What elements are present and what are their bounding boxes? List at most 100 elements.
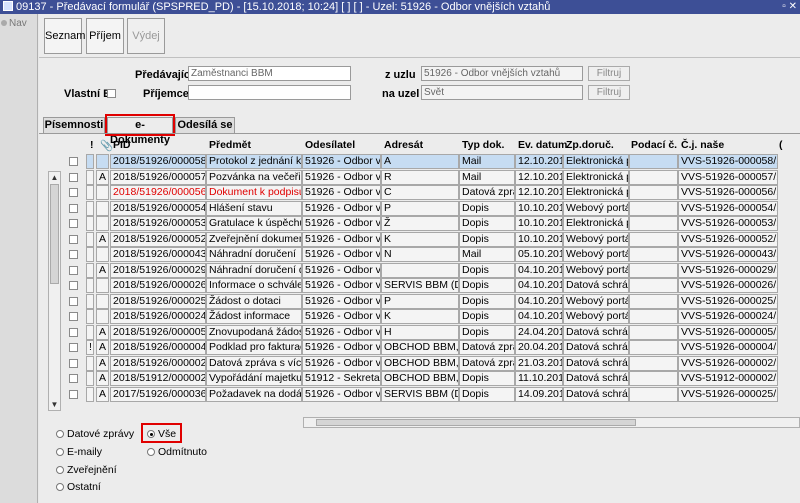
window-controls[interactable]: ▫ ✕ (782, 0, 797, 14)
cell-typ[interactable]: Datová zpráva (459, 340, 515, 355)
cell-pid[interactable]: 2018/51926/000057 (110, 169, 206, 185)
cell-predmet[interactable]: Informace o schválení (206, 278, 302, 293)
cell-flag[interactable] (86, 386, 94, 402)
predavajici-field[interactable]: Zaměstnanci BBM (188, 66, 351, 81)
radio-zverejneni[interactable] (56, 466, 64, 474)
cell-odes[interactable]: 51926 - Odbor vnějš (302, 324, 381, 340)
cell-predmet[interactable]: Požadavek na dodání ir (206, 386, 302, 402)
scroll-up-icon[interactable]: ▲ (49, 172, 60, 183)
row-checkbox[interactable] (69, 327, 78, 337)
cell-adr[interactable]: K (381, 231, 459, 247)
cell-typ[interactable]: Mail (459, 247, 515, 262)
cell-predmet[interactable]: Náhradní doručení doda (206, 262, 302, 278)
row-checkbox[interactable] (69, 203, 78, 213)
row-checkbox[interactable] (69, 389, 78, 399)
cell-adr[interactable]: SERVIS BBM (DS= (381, 278, 459, 293)
cell-datum[interactable]: 14.09.2017 (515, 386, 563, 402)
cell-cj[interactable]: VVS-51926-000053/18 (678, 216, 778, 231)
table-row[interactable]: 2018/51926/000056 Dokument k podpisu 51926… (39, 185, 800, 200)
cell-doruc[interactable]: Elektronická poš (563, 185, 629, 200)
cell-adr[interactable]: P (381, 293, 459, 309)
cell-doruc[interactable]: Webový portál (563, 293, 629, 309)
cell-pid[interactable]: 2018/51926/000004 (110, 340, 206, 355)
cell-adr[interactable] (381, 262, 459, 278)
cell-datum[interactable]: 04.10.2018 (515, 309, 563, 324)
cell-predmet[interactable]: Datová zpráva s více př (206, 355, 302, 371)
cell-typ[interactable]: Dopis (459, 231, 515, 247)
cell-predmet[interactable]: Podklad pro fakturaci (206, 340, 302, 355)
cell-adr[interactable]: R (381, 169, 459, 185)
cell-doruc[interactable]: Datová schránk (563, 340, 629, 355)
cell-pid[interactable]: 2018/51926/000056 (110, 185, 206, 200)
cell-flag[interactable] (86, 371, 94, 386)
cell-podaci[interactable] (629, 340, 678, 355)
cell-podaci[interactable] (629, 278, 678, 293)
cell-flag[interactable] (86, 185, 94, 200)
scroll-down-icon[interactable]: ▼ (49, 399, 60, 410)
header-datum[interactable]: Ev. datum (518, 139, 567, 151)
cell-doruc[interactable]: Webový portál (563, 231, 629, 247)
tab-pisemnosti[interactable]: Písemnosti (43, 117, 105, 133)
cell-typ[interactable]: Mail (459, 169, 515, 185)
cell-podaci[interactable] (629, 309, 678, 324)
cell-odes[interactable]: 51926 - Odbor vnějš (302, 231, 381, 247)
cell-flag[interactable] (86, 247, 94, 262)
header-cj[interactable]: Č.j. naše (681, 139, 724, 151)
row-checkbox[interactable] (69, 343, 78, 352)
table-row[interactable]: A2017/51926/000036Požadavek na dodání ir… (39, 386, 800, 402)
cell-datum[interactable]: 04.10.2018 (515, 262, 563, 278)
cell-a[interactable] (96, 216, 109, 231)
cell-flag[interactable] (86, 355, 94, 371)
cell-datum[interactable]: 10.10.2018 (515, 200, 563, 216)
cell-podaci[interactable] (629, 262, 678, 278)
cell-predmet[interactable]: Pozvánka na večeři (206, 169, 302, 185)
table-row[interactable]: 2018/51926/000024 Žádost informace 51926 -… (39, 309, 800, 324)
cell-datum[interactable]: 24.04.2018 (515, 324, 563, 340)
cell-datum[interactable]: 12.10.2018 (515, 169, 563, 185)
radio-emaily[interactable] (56, 448, 64, 456)
cell-odes[interactable]: 51926 - Odbor vnějš (302, 386, 381, 402)
horizontal-scroll-thumb[interactable] (316, 419, 636, 426)
cell-a[interactable] (96, 200, 109, 216)
cell-flag[interactable] (86, 231, 94, 247)
cell-podaci[interactable] (629, 355, 678, 371)
cell-adr[interactable]: OBCHOD BBM, s.r.o (381, 340, 459, 355)
cell-cj[interactable]: VVS-51926-000052/18 (678, 231, 778, 247)
cell-cj[interactable]: VVS-51926-000025/18 (678, 293, 778, 309)
cell-odes[interactable]: 51926 - Odbor vnějš (302, 247, 381, 262)
filtruj-na-uzel-button[interactable]: Filtruj (588, 85, 630, 100)
cell-doruc[interactable]: Webový portál (563, 309, 629, 324)
table-row[interactable]: 2018/51926/000043 Náhradní doručení 51926 … (39, 247, 800, 262)
cell-odes[interactable]: 51926 - Odbor vnějš (302, 200, 381, 216)
cell-podaci[interactable] (629, 371, 678, 386)
cell-doruc[interactable]: Elektronická poš (563, 169, 629, 185)
cell-adr[interactable]: SERVIS BBM (DS= (381, 386, 459, 402)
vertical-scroll-thumb[interactable] (50, 184, 59, 284)
cell-datum[interactable]: 20.04.2018 (515, 340, 563, 355)
cell-datum[interactable]: 12.10.2018 (515, 154, 563, 169)
cell-typ[interactable]: Dopis (459, 262, 515, 278)
cell-predmet[interactable]: Zveřejnění dokumentu (206, 231, 302, 247)
cell-pid[interactable]: 2017/51926/000036 (110, 386, 206, 402)
table-row[interactable]: ! A 2018/51926/000004 Podklad pro fakturaci… (39, 340, 800, 355)
cell-podaci[interactable] (629, 216, 678, 231)
cell-odes[interactable]: 51926 - Odbor vnějš (302, 216, 381, 231)
cell-cj[interactable]: VVS-51926-000054/18 (678, 200, 778, 216)
header-odesilatel[interactable]: Odesílatel (305, 139, 355, 151)
cell-a[interactable] (96, 247, 109, 262)
cell-a[interactable]: A (96, 355, 109, 371)
cell-pid[interactable]: 2018/51926/000053 (110, 216, 206, 231)
cell-doruc[interactable]: Datová schránk (563, 371, 629, 386)
cell-podaci[interactable] (629, 169, 678, 185)
nav-toggle[interactable]: Nav (1, 18, 27, 29)
header-adresat[interactable]: Adresát (384, 139, 423, 151)
row-checkbox[interactable] (69, 157, 78, 166)
row-checkbox[interactable] (69, 219, 78, 228)
row-checkbox[interactable] (69, 172, 78, 182)
cell-predmet[interactable]: Znovupodaná žádost (206, 324, 302, 340)
cell-datum[interactable]: 04.10.2018 (515, 278, 563, 293)
cell-cj[interactable]: VVS-51926-000002/18 (678, 355, 778, 371)
cell-adr[interactable]: P (381, 200, 459, 216)
cell-cj[interactable]: VVS-51926-000026/18 (678, 278, 778, 293)
cell-datum[interactable]: 10.10.2018 (515, 216, 563, 231)
